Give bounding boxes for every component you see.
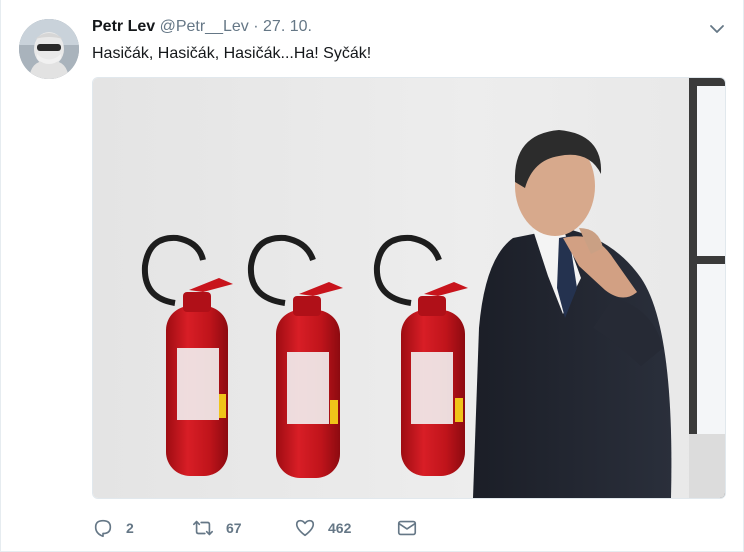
like-count: 462 (328, 520, 352, 536)
reply-icon (94, 519, 112, 538)
direct-message-button[interactable] (396, 513, 430, 543)
retweet-button[interactable]: 67 (192, 513, 242, 543)
tweet-date[interactable]: 27. 10. (263, 18, 312, 35)
reply-count: 2 (126, 520, 134, 536)
retweet-icon (193, 520, 213, 536)
chevron-down-icon[interactable] (708, 20, 726, 38)
author-handle[interactable]: @Petr__Lev (160, 18, 249, 35)
tweet-actions: 2 67 462 (92, 513, 512, 543)
retweet-count: 67 (226, 520, 242, 536)
tweet-header: Petr Lev @Petr__Lev · 27. 10. (92, 16, 312, 38)
reply-button[interactable]: 2 (92, 513, 134, 543)
heart-icon (295, 519, 315, 537)
envelope-icon (397, 520, 417, 536)
author-name[interactable]: Petr Lev (92, 18, 155, 35)
tweet-card[interactable]: Petr Lev @Petr__Lev · 27. 10. Hasičák, H… (0, 0, 744, 552)
fire-extinguishers-photo-icon (93, 78, 725, 498)
like-button[interactable]: 462 (294, 513, 351, 543)
tweet-media-photo[interactable] (92, 77, 726, 499)
avatar[interactable] (19, 19, 79, 79)
masked-person-avatar-icon (19, 19, 79, 79)
tweet-text: Hasičák, Hasičák, Hasičák...Ha! Syčák! (92, 45, 372, 62)
separator-dot: · (253, 18, 259, 35)
frame-left-border (0, 0, 1, 552)
